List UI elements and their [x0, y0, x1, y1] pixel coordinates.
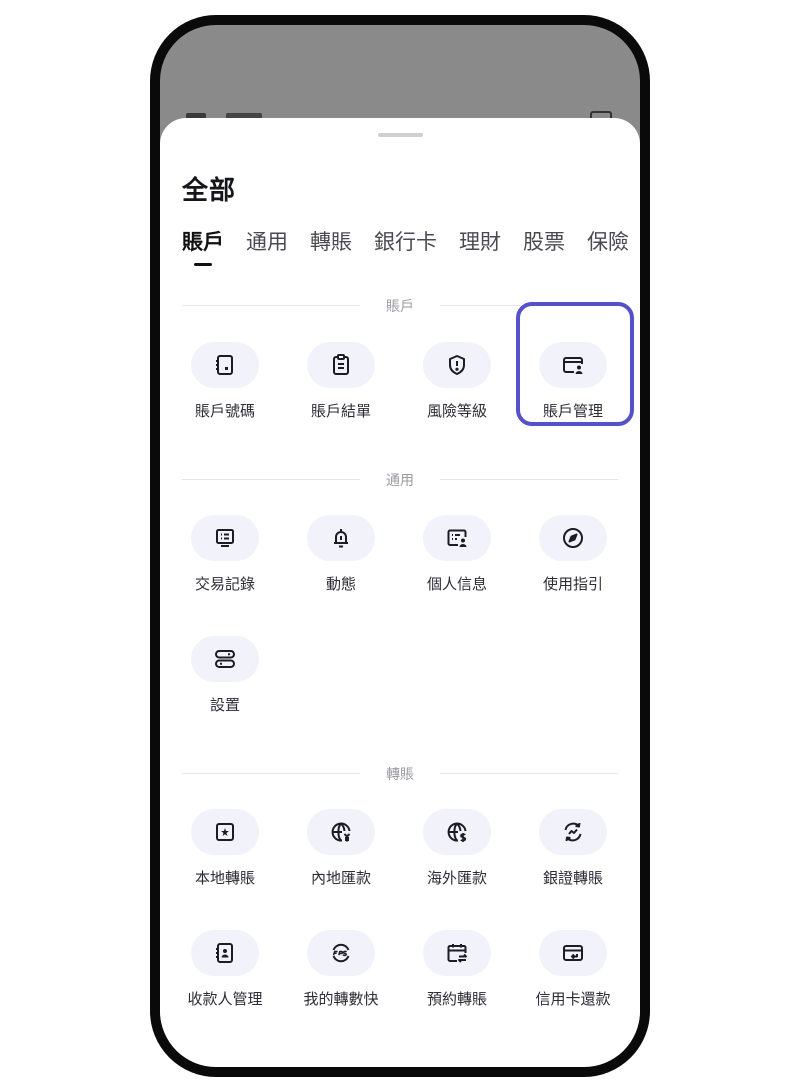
menu-item-personal-info[interactable]: 個人信息	[399, 515, 515, 615]
menu-item-settings[interactable]: 設置	[167, 636, 283, 736]
menu-item-credit-card-repayment[interactable]: 信用卡還款	[515, 930, 631, 1030]
menu-item-label: 交易記錄	[194, 575, 255, 593]
tab-insurance[interactable]: 保險	[587, 226, 629, 256]
sheet-grabber[interactable]	[378, 133, 423, 137]
menu-item-scheduled-transfer[interactable]: 預約轉賬	[399, 930, 515, 1030]
mainland-remittance-icon	[331, 822, 351, 842]
menu-item-label: 我的轉數快	[303, 990, 379, 1008]
tab-stocks[interactable]: 股票	[523, 226, 565, 256]
menu-item-label: 信用卡還款	[535, 990, 611, 1008]
transaction-record-icon	[216, 529, 234, 547]
menu-item-label: 賬戶號碼	[194, 402, 255, 420]
section-label: 通用	[386, 473, 414, 489]
fps-icon	[332, 943, 350, 963]
menu-item-label: 動態	[325, 575, 356, 593]
menu-item-label: 收款人管理	[187, 990, 263, 1008]
menu-item-label: 預約轉賬	[426, 990, 487, 1008]
menu-item-transaction-record[interactable]: 交易記錄	[167, 515, 283, 615]
statement-icon	[333, 354, 349, 375]
bank-securities-transfer-icon	[564, 822, 582, 842]
overseas-remittance-icon	[447, 822, 467, 842]
payee-management-icon	[216, 943, 233, 963]
menu-item-account-number[interactable]: 賬戶號碼	[167, 342, 283, 442]
menu-item-risk-level[interactable]: 風險等級	[399, 342, 515, 442]
menu-item-overseas-remittance[interactable]: 海外匯款	[399, 809, 515, 909]
risk-shield-icon	[449, 355, 465, 375]
bottom-sheet: 全部 賬戶 通用 轉賬 銀行卡 理財 股票 保險 賬戶 賬戶號碼 賬戶結單 風險…	[160, 118, 640, 1067]
credit-card-repayment-icon	[563, 945, 583, 961]
menu-item-label: 風險等級	[426, 402, 487, 420]
section-label: 賬戶	[386, 299, 414, 315]
menu-item-user-guide[interactable]: 使用指引	[515, 515, 631, 615]
menu-item-local-transfer[interactable]: 本地轉賬	[167, 809, 283, 909]
compass-icon	[563, 528, 583, 548]
tab-account[interactable]: 賬戶	[182, 226, 224, 266]
menu-item-label: 內地匯款	[310, 869, 371, 887]
menu-item-notifications[interactable]: 動態	[283, 515, 399, 615]
menu-item-mainland-remittance[interactable]: 內地匯款	[283, 809, 399, 909]
scheduled-transfer-icon	[447, 944, 467, 963]
local-transfer-icon	[216, 823, 234, 841]
tab-wealth[interactable]: 理財	[459, 226, 501, 256]
menu-item-my-fps[interactable]: 我的轉數快	[283, 930, 399, 1030]
menu-item-label: 賬戶管理	[542, 402, 603, 420]
menu-item-label: 銀證轉賬	[542, 869, 603, 887]
menu-item-label: 賬戶結單	[310, 402, 371, 420]
tab-transfer[interactable]: 轉賬	[310, 226, 352, 256]
menu-item-label: 個人信息	[426, 575, 487, 593]
section-header-transfer: 轉賬	[182, 763, 618, 783]
category-tabs: 賬戶 通用 轉賬 銀行卡 理財 股票 保險	[182, 226, 629, 266]
personal-info-icon	[447, 529, 467, 547]
account-number-icon	[216, 355, 233, 375]
phone-frame: 全部 賬戶 通用 轉賬 銀行卡 理財 股票 保險 賬戶 賬戶號碼 賬戶結單 風險…	[150, 15, 650, 1077]
section-header-account: 賬戶	[182, 295, 618, 315]
menu-item-payee-management[interactable]: 收款人管理	[167, 930, 283, 1030]
account-management-icon	[563, 357, 583, 374]
menu-item-label: 設置	[209, 696, 240, 714]
sheet-title: 全部	[182, 176, 237, 206]
section-header-general: 通用	[182, 469, 618, 489]
menu-item-account-management[interactable]: 賬戶管理	[515, 342, 631, 442]
tab-general[interactable]: 通用	[246, 226, 288, 256]
settings-icon	[215, 650, 235, 668]
menu-item-label: 使用指引	[542, 575, 603, 593]
menu-item-statement[interactable]: 賬戶結單	[283, 342, 399, 442]
section-label: 轉賬	[386, 767, 414, 783]
menu-item-label: 本地轉賬	[194, 869, 255, 887]
menu-item-bank-securities-transfer[interactable]: 銀證轉賬	[515, 809, 631, 909]
tab-bank-card[interactable]: 銀行卡	[374, 226, 437, 256]
bell-icon	[334, 529, 348, 548]
menu-item-label: 海外匯款	[426, 869, 487, 887]
